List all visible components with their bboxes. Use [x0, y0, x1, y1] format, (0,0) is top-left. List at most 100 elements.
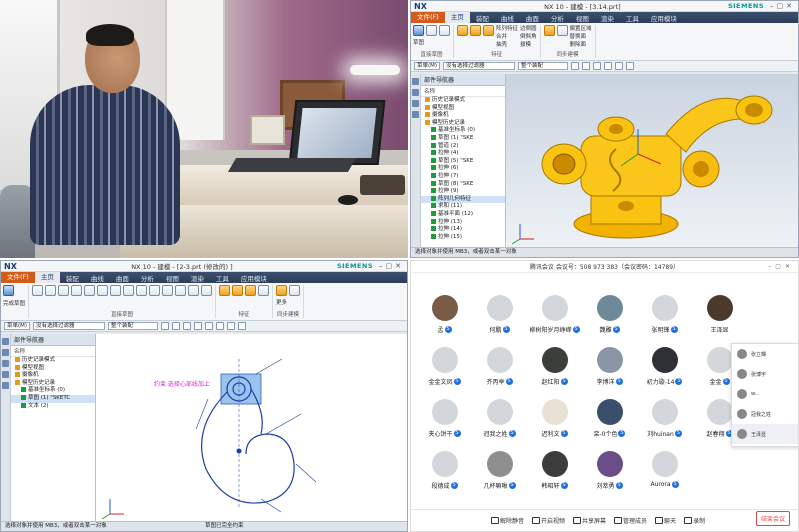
record-button[interactable]: 录制 — [684, 516, 705, 525]
share-screen-button[interactable]: 共享屏幕 — [573, 516, 606, 525]
participant-tile[interactable]: 初力璇-14 S — [637, 347, 692, 386]
tab-tools[interactable]: 工具 — [210, 273, 235, 283]
navigator-icon[interactable] — [412, 78, 419, 85]
snap-tangent-icon[interactable] — [227, 322, 236, 330]
roles-icon[interactable] — [412, 100, 419, 107]
arc-icon[interactable] — [71, 285, 83, 296]
navigator-node[interactable]: 拉伸 (4) — [421, 150, 505, 158]
type-filter-select[interactable]: 没有选择过滤器 — [33, 322, 106, 330]
offset-icon[interactable] — [175, 285, 187, 296]
move-face-icon[interactable] — [276, 285, 288, 296]
window-controls[interactable]: –▢✕ — [379, 262, 404, 270]
navigator-node[interactable]: 基准坐标系 (0) — [11, 387, 95, 395]
checkbox-icon[interactable] — [431, 233, 436, 239]
participant-tile[interactable]: 魏雕 S — [582, 295, 637, 334]
tab-assembly[interactable]: 装配 — [470, 13, 495, 23]
menu-button[interactable]: 菜单(M) — [414, 62, 441, 70]
navigator-node[interactable]: 基准坐标系 (0) — [421, 127, 505, 135]
dimension-icon[interactable] — [149, 285, 161, 296]
window-controls[interactable]: –▢✕ — [768, 263, 794, 270]
datum-plane-icon[interactable] — [457, 25, 468, 36]
extend-icon[interactable] — [123, 285, 135, 296]
tab-home[interactable]: 主页 — [34, 272, 60, 283]
navigator-node[interactable]: 基准平面 (12) — [421, 210, 505, 219]
profile-icon[interactable] — [32, 285, 44, 296]
navigator-column-name[interactable]: 名称 — [11, 346, 95, 357]
navigator-icon[interactable] — [2, 338, 9, 345]
tab-surface[interactable]: 曲面 — [520, 13, 545, 23]
navigator-node[interactable]: 草图 (5) "SKE — [421, 157, 505, 166]
participant-tile[interactable]: 冠我之姓 S — [472, 399, 527, 438]
chat-button[interactable]: 聊天 — [655, 516, 676, 525]
tab-view[interactable]: 视图 — [570, 13, 595, 23]
snap-center-icon[interactable] — [604, 62, 613, 70]
navigator-node[interactable]: 拉伸 (9) — [421, 188, 505, 196]
checkbox-icon[interactable] — [431, 150, 436, 156]
snap-mid-icon[interactable] — [593, 62, 602, 70]
navigator-node[interactable]: 阵列几何特征 — [421, 195, 505, 204]
sketch-button[interactable]: 草图 — [413, 39, 450, 47]
checkbox-icon[interactable] — [431, 127, 436, 133]
checkbox-icon[interactable] — [431, 172, 436, 178]
participant-tile[interactable]: 柳树阳岁月峥嵘 S — [527, 295, 582, 334]
participant-tile[interactable]: 王泽显 — [692, 295, 747, 334]
navigator-node[interactable]: 草图 (1) "SKE — [421, 134, 505, 143]
sync-item-delete[interactable]: 删除面 — [570, 41, 592, 49]
tab-view[interactable]: 视图 — [160, 273, 185, 283]
file-menu-button[interactable]: 文件(F) — [411, 12, 445, 23]
line-icon[interactable] — [58, 285, 70, 296]
checkbox-icon[interactable] — [431, 195, 436, 201]
hole-icon[interactable] — [245, 285, 257, 296]
edge-item-chamfer[interactable]: 倒斜角 — [520, 33, 537, 41]
tab-render[interactable]: 渲染 — [185, 273, 210, 283]
pattern-icon[interactable] — [188, 285, 200, 296]
snap-end-icon[interactable] — [172, 322, 181, 330]
feature-item-pattern[interactable]: 阵列特征 — [496, 25, 518, 33]
checkbox-icon[interactable] — [21, 387, 26, 393]
navigator-node[interactable]: 拉伸 (6) — [421, 165, 505, 173]
participant-tile[interactable]: 段德成 S — [417, 451, 472, 490]
participant-tile[interactable]: 刘huinan S — [637, 399, 692, 438]
window-controls[interactable]: –▢✕ — [770, 2, 795, 10]
checkbox-icon[interactable] — [431, 134, 436, 140]
tab-home[interactable]: 主页 — [444, 12, 470, 23]
snap-quadrant-icon[interactable] — [205, 322, 214, 330]
feature-item-shell[interactable]: 抽壳 — [496, 41, 518, 49]
snap-intersection-icon[interactable] — [216, 322, 225, 330]
mute-button[interactable]: 解除静音 — [491, 516, 524, 525]
end-meeting-button[interactable]: 结束会议 — [755, 511, 790, 526]
extrude-icon[interactable] — [219, 285, 231, 296]
participant-tile[interactable]: 李博洋 S — [582, 347, 637, 386]
sync-item-replace[interactable]: 替换面 — [570, 33, 592, 41]
checkbox-icon[interactable] — [431, 218, 436, 224]
snap-mid-icon[interactable] — [183, 322, 192, 330]
navigator-node[interactable]: 求和 (11) — [421, 203, 505, 211]
3d-model-view[interactable] — [506, 74, 796, 249]
tab-curve[interactable]: 曲线 — [85, 273, 110, 283]
navigator-node[interactable]: 管道 (2) — [421, 142, 505, 151]
revolve-icon[interactable] — [232, 285, 244, 296]
member-list-item[interactable]: 冠我之姓 — [732, 404, 798, 424]
feature-more-icon[interactable] — [258, 285, 270, 296]
line-icon[interactable] — [426, 25, 437, 36]
web-icon[interactable] — [412, 111, 419, 118]
checkbox-icon[interactable] — [431, 180, 436, 186]
rectangle-icon[interactable] — [45, 285, 57, 296]
snap-point-icon[interactable] — [571, 62, 580, 70]
clock-icon[interactable] — [2, 382, 9, 389]
mirror-icon[interactable] — [136, 285, 148, 296]
checkbox-icon[interactable] — [431, 203, 436, 209]
tab-applications[interactable]: 应用模块 — [235, 273, 273, 283]
member-list-item[interactable]: 张博宇 — [732, 364, 798, 384]
graphics-window[interactable] — [506, 74, 798, 247]
participant-tile[interactable]: 几杯嘛啾 S — [472, 451, 527, 490]
participant-tile[interactable]: 何鹏 S — [472, 295, 527, 334]
participant-tile[interactable]: 孟S — [417, 295, 472, 334]
navigator-node[interactable]: 文本 (2) — [11, 402, 95, 411]
checkbox-icon[interactable] — [431, 142, 436, 148]
finish-sketch-icon[interactable] — [3, 285, 14, 296]
snap-end-icon[interactable] — [582, 62, 591, 70]
assembly-scope-select[interactable]: 整个装配 — [518, 62, 569, 70]
graphics-window[interactable]: 约束 选择心部线加上 — [96, 334, 407, 521]
roles-icon[interactable] — [2, 360, 9, 367]
